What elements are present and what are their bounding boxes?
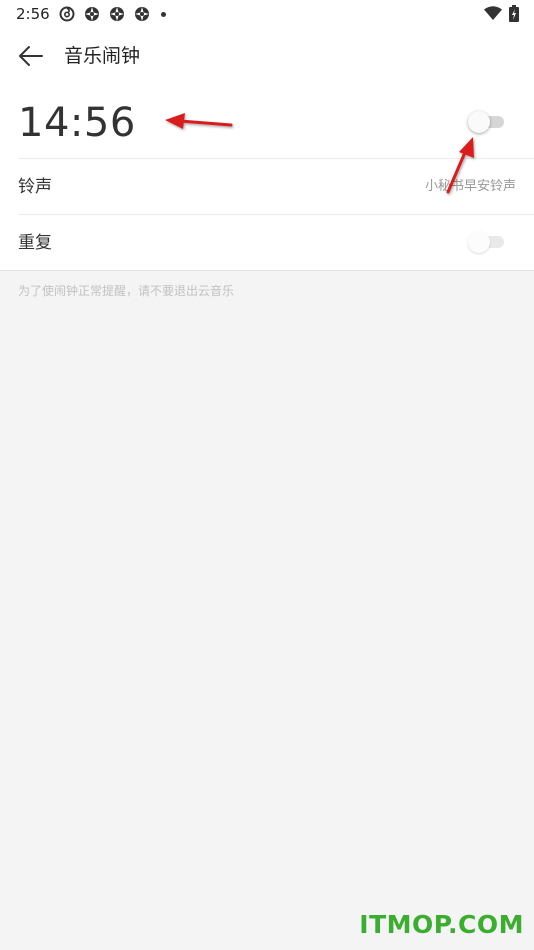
repeat-row: 重复 (0, 215, 534, 270)
page-title: 音乐闹钟 (64, 45, 141, 67)
aperture-icon (110, 7, 124, 21)
aperture-icon (85, 7, 99, 21)
wifi-icon (484, 6, 502, 20)
alarm-settings-card: 14:56 铃声 小秘书早安铃声 重复 (0, 84, 534, 271)
arrow-left-icon (19, 46, 43, 66)
switch-thumb (468, 111, 490, 133)
ringtone-label: 铃声 (18, 177, 52, 197)
alarm-time[interactable]: 14:56 (18, 98, 136, 148)
status-bar: 2:56 (0, 0, 534, 28)
aperture-icon (135, 7, 149, 21)
repeat-switch[interactable] (468, 231, 506, 253)
repeat-label: 重复 (18, 233, 52, 253)
watermark: ITMOP.COM (359, 910, 524, 939)
netease-cloud-music-icon (59, 6, 75, 22)
hint-text: 为了使闹钟正常提醒，请不要退出云音乐 (18, 284, 235, 298)
alarm-enable-switch[interactable] (468, 111, 506, 133)
back-button[interactable] (12, 40, 48, 72)
app-bar: 音乐闹钟 (0, 28, 534, 84)
dot-icon (161, 12, 166, 17)
alarm-time-row: 14:56 (0, 84, 534, 158)
ringtone-value: 小秘书早安铃声 (424, 179, 516, 194)
ringtone-row[interactable]: 铃声 小秘书早安铃声 (0, 159, 534, 214)
switch-thumb (468, 231, 490, 253)
status-time: 2:56 (16, 5, 50, 23)
battery-charging-icon (509, 5, 519, 22)
